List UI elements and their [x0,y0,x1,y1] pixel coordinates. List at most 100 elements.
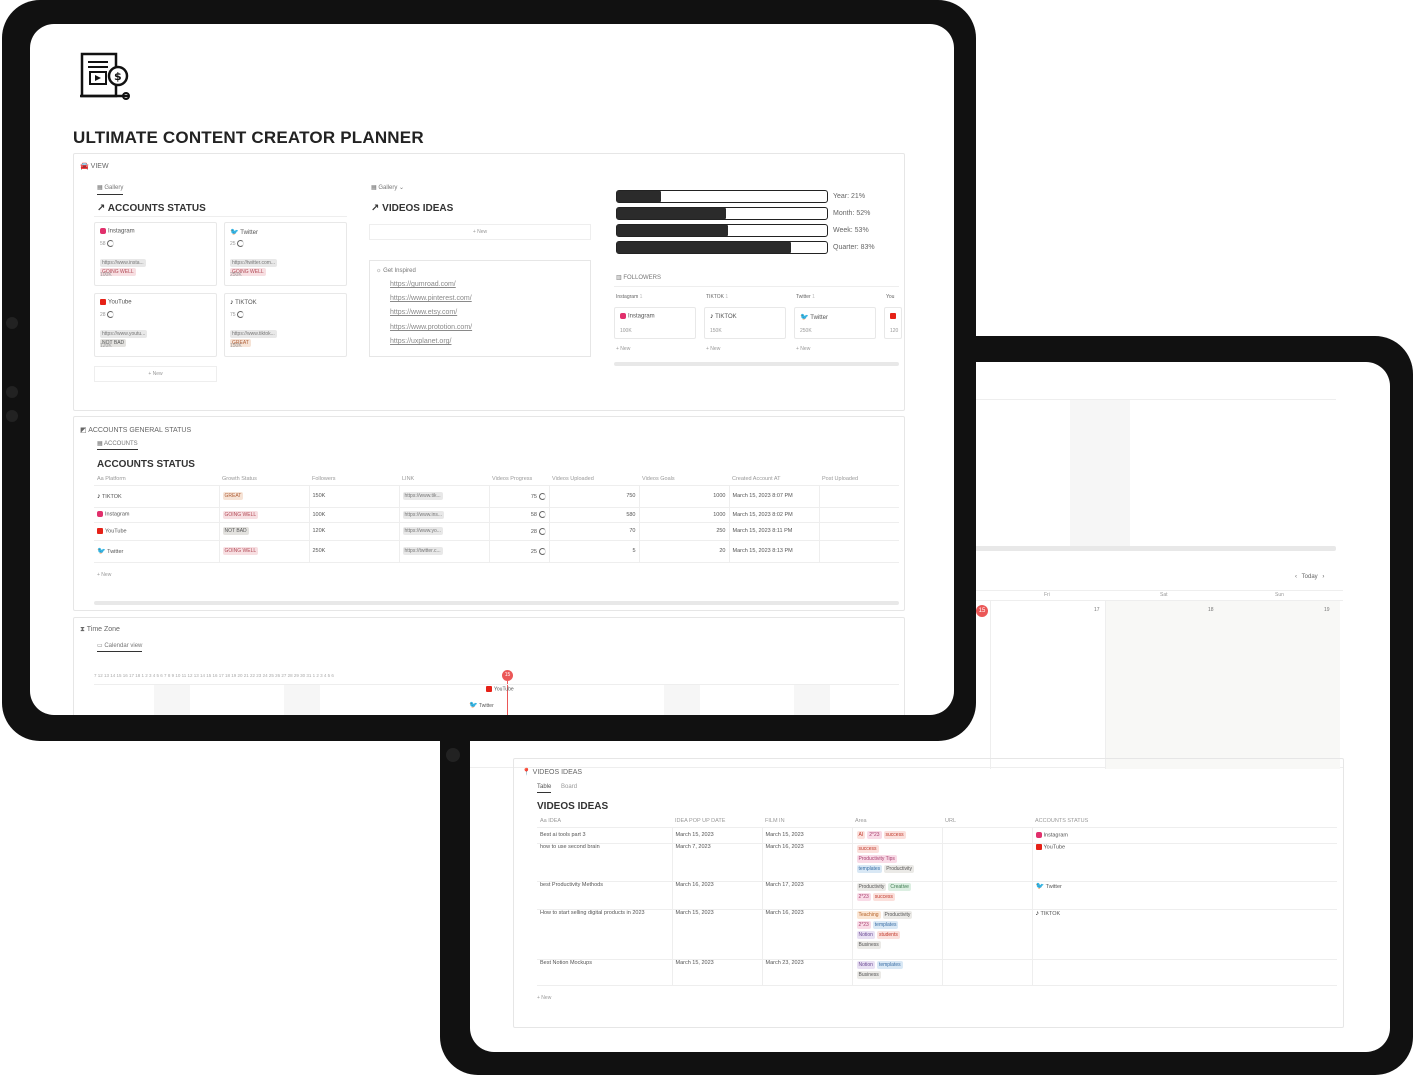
followers-card-twitter[interactable]: 🐦 Twitter 250K [794,307,876,339]
idea-cell[interactable]: Best ai tools part 3 [537,827,673,844]
col-idea[interactable]: Aa IDEA [537,815,672,828]
col-film[interactable]: FILM IN [762,815,852,828]
film-cell: March 23, 2023 [762,959,853,986]
link-cell[interactable]: https://twitter.c... [402,547,443,555]
accounts-tab[interactable]: ▦ ACCOUNTS [97,440,138,450]
card-followers: 150K [230,343,242,349]
calendar-view-tab[interactable]: ▭ Calendar view [97,642,143,652]
followers-card-youtube[interactable]: 120 [884,307,902,339]
col-area[interactable]: Area [852,815,942,828]
platform-cell[interactable]: 🐦 Twitter [94,540,220,563]
account-card-tiktok[interactable]: ♪ TIKTOK 75 https://www.tiktok... GREAT … [224,293,347,357]
col-post[interactable]: Post Uploaded [819,473,899,486]
url-cell[interactable] [942,959,1033,986]
link-cell[interactable]: https://www.ins... [402,510,445,519]
calendar-nav[interactable]: ‹ Today › [1295,574,1324,580]
account-card-twitter[interactable]: 🐦 Twitter 25 https://twitter.com... GOIN… [224,222,347,286]
url-cell[interactable] [942,909,1033,960]
progress-cell: 75 [530,493,537,500]
col-goals[interactable]: Videos Goals [639,473,729,486]
new-follower-button[interactable]: + New [796,346,810,352]
table-row[interactable]: How to start selling digital products in… [537,909,1337,960]
col-uploaded[interactable]: Videos Uploaded [549,473,639,486]
link-cell[interactable]: https://www.yo... [402,527,443,535]
new-card-button[interactable]: + New [94,366,217,382]
popup-cell: March 7, 2023 [672,843,763,882]
tag: students [876,930,900,939]
tag: Business [856,940,881,949]
post-cell [819,522,899,541]
today-button[interactable]: Today [1302,574,1318,580]
platform-cell[interactable]: ♪ TIKTOK [94,485,220,508]
url-cell[interactable] [942,843,1033,882]
new-account-row-button[interactable]: + New [97,572,111,578]
car-icon: 🚘 [80,163,89,170]
tag: success [872,892,895,901]
videos-ideas-table: Aa IDEA IDEA POP UP DATE FILM IN Area UR… [537,815,1337,986]
platform-cell[interactable]: YouTube [94,522,220,541]
col-account[interactable]: ACCOUNTS STATUS [1032,815,1337,828]
table-row[interactable]: ♪ TIKTOK GREAT 150K https://www.tik... 7… [94,485,899,508]
idea-cell[interactable]: Best Notion Mockups [537,959,673,986]
tab-table[interactable]: Table [537,784,552,793]
week-progress-bar [616,224,828,237]
idea-cell[interactable]: how to use second brain [537,843,673,882]
card-progress: 58 [100,240,106,247]
videos-gallery-tab[interactable]: ▦ Gallery ⌄ [371,184,404,191]
timeline-dates: 7 12 13 14 15 16 17 18 1 2 3 4 5 6 7 8 9… [94,673,334,678]
next-icon[interactable]: › [1322,574,1324,580]
col-growth[interactable]: Growth Status [219,473,309,486]
table-scrollbar[interactable] [94,601,899,605]
account-card-youtube[interactable]: YouTube 28 https://www.youtu... NOT BAD … [94,293,217,357]
col-link[interactable]: LINK [399,473,489,486]
week-progress-label: Week: 53% [833,227,869,234]
tab-board[interactable]: Board [561,784,577,790]
url-cell[interactable] [942,881,1033,910]
link-gumroad[interactable]: https://gumroad.com/ [390,281,456,288]
quarter-progress-label: Quarter: 83% [833,244,875,251]
status-badge: GREAT [222,492,244,500]
table-row[interactable]: YouTube NOT BAD 120K https://www.yo... 2… [94,522,899,541]
goals-cell: 250 [639,522,730,541]
url-cell[interactable] [942,827,1033,844]
table-row[interactable]: Instagram GOING WELL 100K https://www.in… [94,507,899,523]
today-marker: 15 [502,670,513,681]
followers-cell: 150K [309,485,400,508]
today-marker: 15 [976,605,988,617]
new-video-button[interactable]: + New [369,224,591,240]
col-platform[interactable]: Aa Platform [94,473,219,486]
idea-cell[interactable]: How to start selling digital products in… [537,909,673,960]
table-header: Aa IDEA IDEA POP UP DATE FILM IN Area UR… [537,815,1337,828]
table-row[interactable]: best Productivity Methods March 16, 2023… [537,881,1337,910]
weekday-fri: Fri [1044,592,1050,598]
followers-cell: 120K [309,522,400,541]
gallery-tab[interactable]: ▦ Gallery [97,184,124,195]
prev-icon[interactable]: ‹ [1295,574,1297,580]
link-etsy[interactable]: https://www.etsy.com/ [390,309,457,316]
card-followers: 250K [230,272,242,278]
new-row-button[interactable]: + New [537,995,551,1001]
timeline-event-youtube[interactable]: YouTube [486,686,514,692]
col-created[interactable]: Created Account AT [729,473,819,486]
followers-card-tiktok[interactable]: ♪ TIKTOK 150K [704,307,786,339]
platform-cell[interactable]: Instagram [94,507,220,523]
new-follower-button[interactable]: + New [706,346,720,352]
table-row[interactable]: how to use second brain March 7, 2023 Ma… [537,843,1337,882]
followers-scrollbar[interactable] [614,362,899,366]
col-followers[interactable]: Followers [309,473,399,486]
link-uxplanet[interactable]: https://uxplanet.org/ [390,338,451,345]
col-popup[interactable]: IDEA POP UP DATE [672,815,762,828]
account-card-instagram[interactable]: Instagram 58 https://www.insta... GOING … [94,222,217,286]
table-row[interactable]: Best ai tools part 3 March 15, 2023 Marc… [537,827,1337,844]
col-progress[interactable]: Videos Progress [489,473,549,486]
link-cell[interactable]: https://www.tik... [402,492,443,500]
table-row[interactable]: 🐦 Twitter GOING WELL 250K https://twitte… [94,540,899,563]
timeline-event-twitter[interactable]: 🐦 Twitter [469,701,494,709]
link-pinterest[interactable]: https://www.pinterest.com/ [390,295,472,302]
new-follower-button[interactable]: + New [616,346,630,352]
col-url[interactable]: URL [942,815,1032,828]
link-prototion[interactable]: https://www.prototion.com/ [390,324,472,331]
idea-cell[interactable]: best Productivity Methods [537,881,673,910]
table-row[interactable]: Best Notion Mockups March 15, 2023 March… [537,959,1337,986]
followers-card-instagram[interactable]: Instagram 100K [614,307,696,339]
